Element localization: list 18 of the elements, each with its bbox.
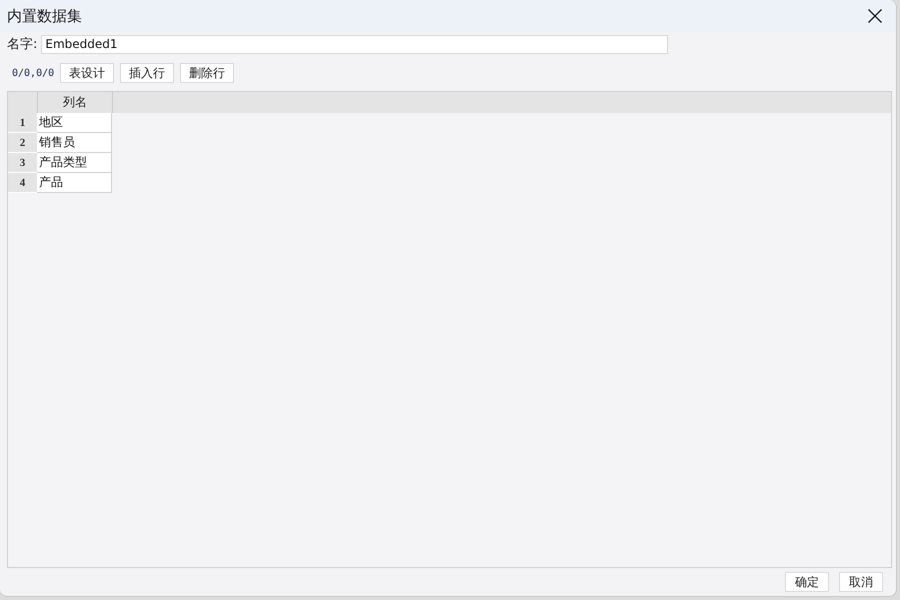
close-icon [868, 9, 882, 23]
toolbar-button[interactable]: 表设计 [60, 63, 114, 83]
name-label: 名字: [7, 36, 38, 53]
window-title: 内置数据集 [7, 6, 82, 26]
row-number: 3 [8, 153, 37, 173]
table-cell: 销售员 [37, 133, 112, 153]
toolbar-button[interactable]: 删除行 [180, 63, 234, 83]
row-number: 2 [8, 133, 37, 153]
row-number: 1 [8, 113, 37, 133]
table-cell: 产品 [37, 173, 112, 193]
ok-button[interactable]: 确定 [785, 572, 829, 592]
toolbar-button[interactable]: 插入行 [120, 63, 174, 83]
cell-position: 0/0,0/0 [12, 68, 54, 78]
cancel-button[interactable]: 取消 [839, 572, 883, 592]
table-cell: 产品类型 [37, 153, 112, 173]
name-input[interactable]: Embedded1 [41, 34, 668, 54]
table-cell: 地区 [37, 113, 112, 133]
row-number: 4 [8, 173, 37, 193]
